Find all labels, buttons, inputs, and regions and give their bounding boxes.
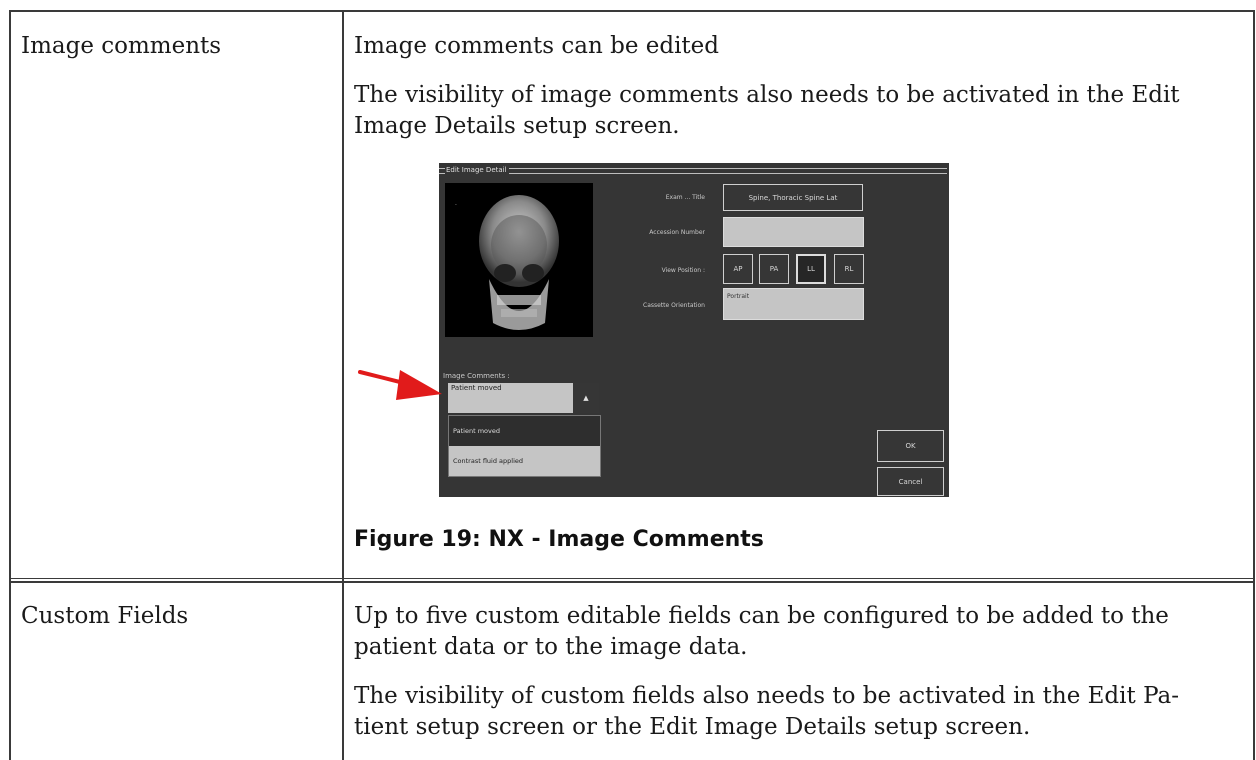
view-position-ap-button[interactable]: AP bbox=[723, 254, 753, 284]
cassette-orientation-label: Cassette Orientation bbox=[643, 302, 705, 309]
row-description: The visibility of custom fields also nee… bbox=[354, 683, 1179, 709]
row-description: Up to five custom editable fields can be… bbox=[354, 603, 1169, 629]
row-description: Image Details setup screen. bbox=[354, 113, 680, 139]
row-description: tient setup screen or the Edit Image Det… bbox=[354, 714, 1031, 740]
window-title: Edit Image Detail bbox=[446, 166, 507, 174]
cancel-button[interactable]: Cancel bbox=[877, 467, 944, 496]
view-position-rl-button[interactable]: RL bbox=[834, 254, 864, 284]
image-comments-label: Image Comments : bbox=[443, 372, 510, 380]
row-label-custom-fields: Custom Fields bbox=[21, 603, 189, 629]
edit-image-detail-screenshot: Edit Image Detail · Exam ... Title Spine… bbox=[439, 163, 949, 497]
image-comments-field[interactable]: Patient moved bbox=[448, 383, 573, 413]
dropdown-option-contrast-fluid[interactable]: Contrast fluid applied bbox=[449, 446, 600, 476]
view-position-label: View Position : bbox=[661, 267, 705, 274]
accession-number-field[interactable] bbox=[723, 217, 864, 247]
accession-number-label: Accession Number bbox=[649, 229, 705, 236]
dropdown-arrow-icon[interactable]: ▲ bbox=[573, 383, 599, 413]
view-position-pa-button[interactable]: PA bbox=[759, 254, 789, 284]
figure-caption: Figure 19: NX - Image Comments bbox=[354, 527, 764, 552]
svg-text:·: · bbox=[455, 202, 457, 209]
exam-title-button[interactable]: Spine, Thoracic Spine Lat bbox=[723, 184, 863, 211]
view-position-ll-button[interactable]: LL bbox=[796, 254, 826, 284]
ok-button[interactable]: OK bbox=[877, 430, 944, 462]
cassette-orientation-field[interactable]: Portrait bbox=[723, 288, 864, 320]
window-titlebar: Edit Image Detail bbox=[439, 165, 949, 174]
exam-title-label: Exam ... Title bbox=[665, 194, 705, 201]
row-description: Image comments can be edited bbox=[354, 33, 720, 59]
table-row-divider bbox=[9, 578, 1255, 583]
table-border-right bbox=[1253, 10, 1255, 760]
image-comments-dropdown: Patient moved Contrast fluid applied bbox=[448, 415, 601, 477]
dropdown-option-patient-moved[interactable]: Patient moved bbox=[449, 416, 600, 446]
xray-thumbnail: · bbox=[445, 183, 593, 337]
table-border-top bbox=[9, 10, 1255, 12]
row-description: The visibility of image comments also ne… bbox=[354, 82, 1180, 108]
table-column-divider bbox=[342, 10, 344, 760]
row-label-image-comments: Image comments bbox=[21, 33, 222, 59]
red-arrow-icon bbox=[358, 370, 442, 400]
row-description: patient data or to the image data. bbox=[354, 634, 748, 660]
table-border-left bbox=[9, 10, 11, 760]
